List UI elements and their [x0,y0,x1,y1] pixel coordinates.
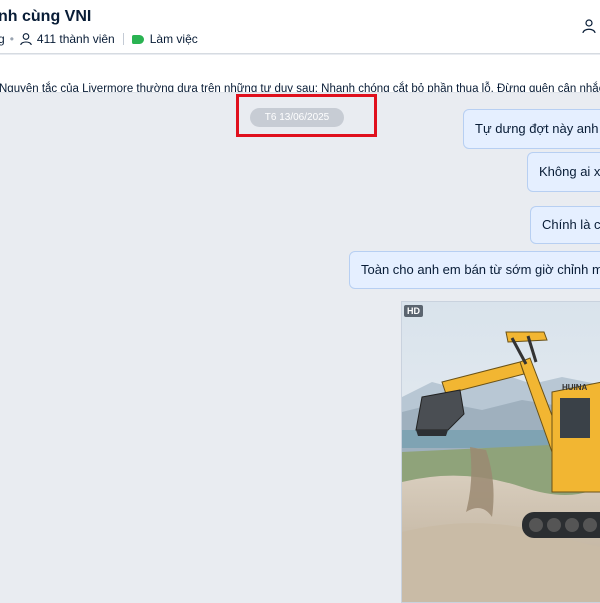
message-bubble[interactable]: Toàn cho anh em bán từ sớm giờ chỉnh mua [349,251,600,289]
message-bubble[interactable]: Không ai xú [527,152,600,192]
pinned-text: Nguyên tắc của Livermore thường dựa trên… [0,83,600,93]
highlight-box [236,94,377,137]
member-count[interactable]: 411 thành viên [37,32,115,46]
brand-label: HUINA [562,383,588,392]
group-title[interactable]: nh cùng VNI [0,8,91,26]
image-message[interactable]: HUINA [401,301,600,603]
chat-header: nh cùng VNI g • 411 thành viên Làm việc [0,0,600,54]
message-bubble[interactable]: Tự dưng đợt này anh em [463,109,600,149]
user-icon [19,32,33,46]
group-meta: g • 411 thành viên Làm việc [0,32,198,46]
hd-badge: HD [404,305,423,317]
add-member-icon[interactable] [582,18,598,34]
message-bubble[interactable]: Chính là co [530,206,600,244]
meta-divider [122,33,124,45]
meta-prefix: g [0,32,5,46]
meta-separator: • [9,32,14,46]
group-tag[interactable]: Làm việc [150,32,198,46]
tag-icon [131,34,144,44]
excavator-photo: HUINA [402,302,600,602]
pinned-message[interactable]: Nguyên tắc của Livermore thường dựa trên… [0,55,600,93]
